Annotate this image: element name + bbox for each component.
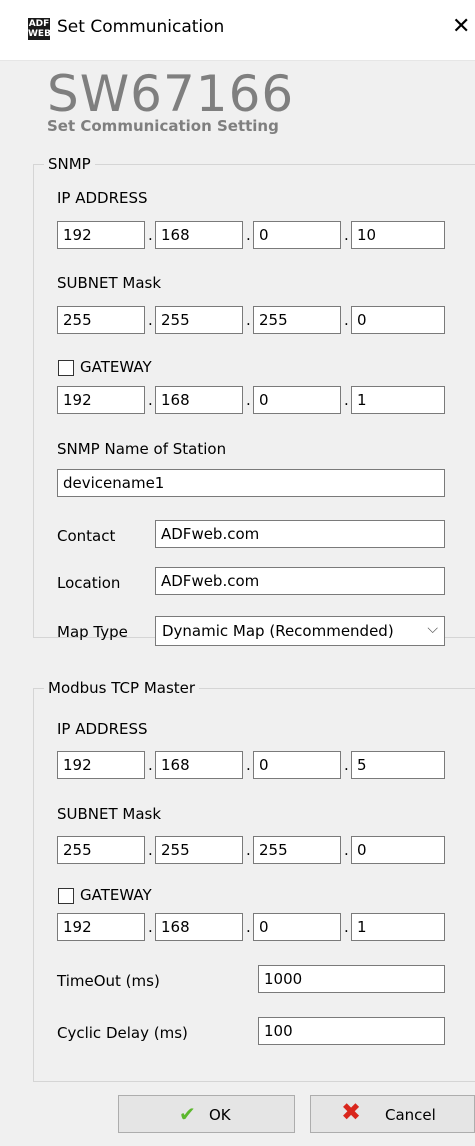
snmp-subnet-octet-2[interactable]: 255 (155, 306, 243, 334)
modbus-gateway-octet-2[interactable]: 168 (155, 913, 243, 941)
modbus-subnet-octet-3[interactable]: 255 (253, 836, 341, 864)
ip-separator: . (246, 391, 251, 409)
modbus-cyclic-label: Cyclic Delay (ms) (57, 1024, 188, 1042)
close-icon[interactable]: ✕ (452, 12, 475, 42)
snmp-gateway-octet-2[interactable]: 168 (155, 386, 243, 414)
app-icon-text-top: ADF (28, 19, 50, 29)
ip-separator: . (246, 841, 251, 859)
modbus-ip-octet-2[interactable]: 168 (155, 751, 243, 779)
modbus-ip-label: IP ADDRESS (57, 720, 148, 738)
modbus-gateway-checkbox[interactable] (58, 888, 74, 904)
modbus-ip-octet-4[interactable]: 5 (351, 751, 445, 779)
ip-separator: . (344, 756, 349, 774)
snmp-gateway-octet-3[interactable]: 0 (253, 386, 341, 414)
modbus-timeout-input[interactable]: 1000 (258, 965, 445, 993)
ok-button-label: OK (209, 1106, 231, 1124)
x-icon: ✖ (341, 1098, 362, 1126)
modbus-subnet-octet-4[interactable]: 0 (351, 836, 445, 864)
title-bar: ADF WEB Set Communication ✕ (0, 0, 475, 61)
snmp-contact-input[interactable]: ADFweb.com (155, 520, 445, 548)
ip-separator: . (148, 756, 153, 774)
modbus-gateway-octet-4[interactable]: 1 (351, 913, 445, 941)
modbus-gateway-label: GATEWAY (80, 886, 152, 904)
snmp-maptype-select[interactable]: Dynamic Map (Recommended) ⌵ (155, 616, 445, 646)
snmp-gateway-label: GATEWAY (80, 358, 152, 376)
modbus-timeout-label: TimeOut (ms) (57, 972, 160, 990)
ip-separator: . (344, 391, 349, 409)
ip-separator: . (246, 226, 251, 244)
ip-separator: . (148, 391, 153, 409)
snmp-gateway-octet-4[interactable]: 1 (351, 386, 445, 414)
modbus-cyclic-input[interactable]: 100 (258, 1017, 445, 1045)
snmp-ip-octet-3[interactable]: 0 (253, 221, 341, 249)
snmp-ip-octet-2[interactable]: 168 (155, 221, 243, 249)
ip-separator: . (344, 918, 349, 936)
page-subtitle: Set Communication Setting (47, 117, 279, 135)
ip-separator: . (148, 841, 153, 859)
set-communication-window: ADF WEB Set Communication ✕ SW67166 Set … (0, 0, 475, 1146)
product-code: SW67166 (47, 65, 295, 123)
snmp-legend: SNMP (48, 155, 91, 173)
cancel-button-label: Cancel (385, 1106, 436, 1124)
modbus-subnet-label: SUBNET Mask (57, 805, 162, 823)
snmp-location-label: Location (57, 574, 121, 592)
ok-button[interactable]: ✔ OK (118, 1095, 295, 1133)
modbus-subnet-octet-2[interactable]: 255 (155, 836, 243, 864)
snmp-maptype-value: Dynamic Map (Recommended) (162, 622, 394, 640)
app-icon-text-bottom: WEB (28, 29, 51, 39)
ip-separator: . (246, 311, 251, 329)
snmp-gateway-checkbox[interactable] (58, 360, 74, 376)
app-icon: ADF WEB (28, 18, 51, 40)
snmp-maptype-label: Map Type (57, 623, 128, 641)
check-icon: ✔ (179, 1102, 196, 1126)
ip-separator: . (344, 311, 349, 329)
ip-separator: . (246, 918, 251, 936)
snmp-station-input[interactable]: devicename1 (57, 469, 445, 497)
snmp-subnet-label: SUBNET Mask (57, 274, 162, 292)
modbus-legend: Modbus TCP Master (48, 679, 196, 697)
ip-separator: . (344, 841, 349, 859)
snmp-gateway-octet-1[interactable]: 192 (57, 386, 145, 414)
modbus-ip-octet-1[interactable]: 192 (57, 751, 145, 779)
modbus-ip-octet-3[interactable]: 0 (253, 751, 341, 779)
window-title: Set Communication (57, 17, 225, 37)
snmp-ip-label: IP ADDRESS (57, 189, 148, 207)
chevron-down-icon: ⌵ (427, 621, 438, 637)
ip-separator: . (148, 311, 153, 329)
snmp-contact-label: Contact (57, 527, 116, 545)
snmp-subnet-octet-1[interactable]: 255 (57, 306, 145, 334)
ip-separator: . (246, 756, 251, 774)
snmp-subnet-octet-3[interactable]: 255 (253, 306, 341, 334)
ip-separator: . (148, 918, 153, 936)
ip-separator: . (148, 226, 153, 244)
snmp-subnet-octet-4[interactable]: 0 (351, 306, 445, 334)
snmp-station-label: SNMP Name of Station (57, 440, 227, 458)
modbus-subnet-octet-1[interactable]: 255 (57, 836, 145, 864)
snmp-ip-octet-4[interactable]: 10 (351, 221, 445, 249)
cancel-button[interactable]: ✖ Cancel (310, 1095, 475, 1133)
snmp-location-input[interactable]: ADFweb.com (155, 567, 445, 595)
modbus-gateway-octet-1[interactable]: 192 (57, 913, 145, 941)
modbus-gateway-octet-3[interactable]: 0 (253, 913, 341, 941)
ip-separator: . (344, 226, 349, 244)
snmp-ip-octet-1[interactable]: 192 (57, 221, 145, 249)
